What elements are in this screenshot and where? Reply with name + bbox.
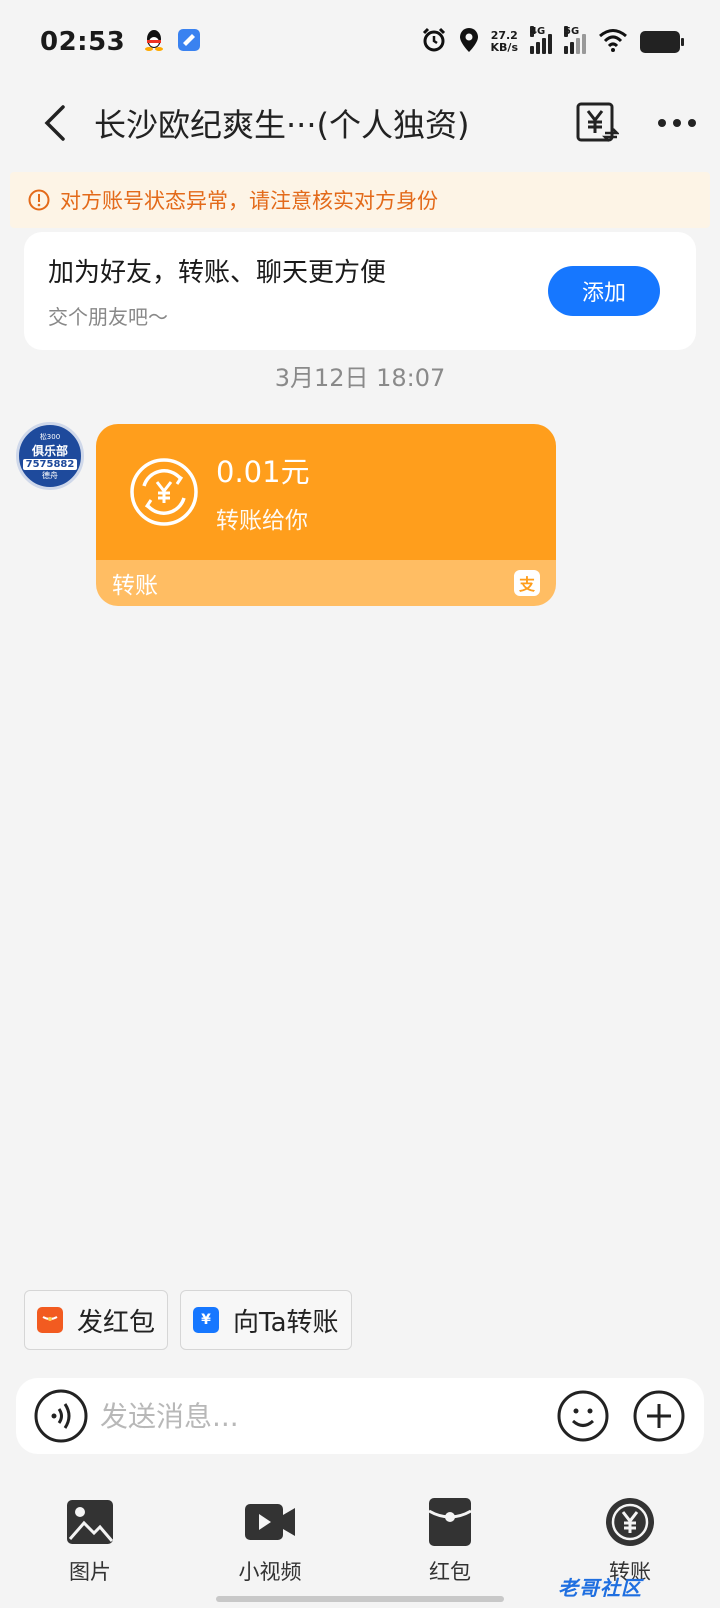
image-icon — [64, 1496, 116, 1548]
quick-actions: 发红包 ¥ 向Ta转账 — [24, 1290, 352, 1350]
signal-5g-icon: 5G — [564, 26, 586, 54]
info-icon — [28, 189, 50, 211]
add-friend-button[interactable]: 添加 — [548, 266, 660, 316]
alipay-logo-icon: 支 — [514, 570, 540, 596]
add-friend-title: 加为好友，转账、聊天更方便 — [48, 258, 387, 288]
app-notification-icon — [177, 28, 201, 56]
voice-button[interactable] — [34, 1389, 88, 1443]
status-time: 02:53 — [40, 27, 126, 57]
send-red-packet-chip[interactable]: 发红包 — [24, 1290, 169, 1350]
battery-icon — [640, 31, 684, 53]
transfer-header-button[interactable] — [568, 94, 626, 152]
sender-avatar[interactable]: 松300 俱乐部 7575882 德舟 — [16, 422, 84, 490]
wifi-icon — [598, 28, 628, 56]
emoji-icon — [557, 1390, 609, 1442]
message-input[interactable] — [100, 1399, 556, 1433]
video-icon — [244, 1496, 296, 1548]
red-packet-icon — [37, 1307, 63, 1333]
red-packet-icon — [424, 1496, 476, 1548]
back-button[interactable] — [26, 93, 86, 153]
transfer-to-them-chip[interactable]: ¥ 向Ta转账 — [180, 1290, 352, 1350]
message-timestamp: 3月12日 18:07 — [274, 364, 446, 392]
tool-image[interactable]: 图片 — [0, 1496, 180, 1588]
transfer-footer-label: 转账 — [112, 573, 158, 599]
more-dots-icon — [658, 119, 696, 127]
emoji-button[interactable] — [556, 1389, 610, 1443]
location-icon — [459, 27, 479, 57]
alarm-icon — [421, 27, 447, 57]
transfer-message-card[interactable]: 0.01元 转账给你 转账 支 — [96, 424, 556, 606]
home-indicator[interactable] — [216, 1596, 504, 1602]
yuan-transfer-icon — [576, 102, 619, 142]
chevron-left-icon — [44, 105, 65, 141]
transfer-amount: 0.01元 — [216, 455, 310, 489]
transfer-yuan-icon — [130, 458, 198, 526]
status-bar: 02:53 27.2 KB/s 4G 5G — [0, 0, 720, 84]
plus-icon — [633, 1390, 685, 1442]
plus-button[interactable] — [632, 1389, 686, 1443]
more-button[interactable] — [648, 94, 706, 152]
tool-video[interactable]: 小视频 — [180, 1496, 360, 1588]
chat-header: 长沙欧纪爽生···(个人独资) — [0, 84, 720, 162]
transfer-description: 转账给你 — [216, 508, 308, 534]
watermark-logo: 老哥社区 — [558, 1576, 642, 1600]
signal-4g-icon: 4G — [530, 26, 552, 54]
add-friend-subtitle: 交个朋友吧～ — [48, 305, 168, 329]
tool-red-packet[interactable]: 红包 — [360, 1496, 540, 1588]
transfer-icon — [604, 1496, 656, 1548]
account-warning-bar: 对方账号状态异常，请注意核实对方身份 — [10, 172, 710, 228]
voice-icon — [34, 1389, 88, 1443]
add-friend-card: 加为好友，转账、聊天更方便 交个朋友吧～ 添加 — [24, 232, 696, 350]
yuan-transfer-icon: ¥ — [193, 1307, 220, 1333]
chat-title: 长沙欧纪爽生···(个人独资) — [94, 106, 470, 144]
net-speed: 27.2 KB/s — [490, 29, 518, 54]
warning-text: 对方账号状态异常，请注意核实对方身份 — [60, 189, 438, 213]
message-input-bar — [16, 1378, 704, 1454]
qq-notification-icon — [143, 28, 165, 56]
